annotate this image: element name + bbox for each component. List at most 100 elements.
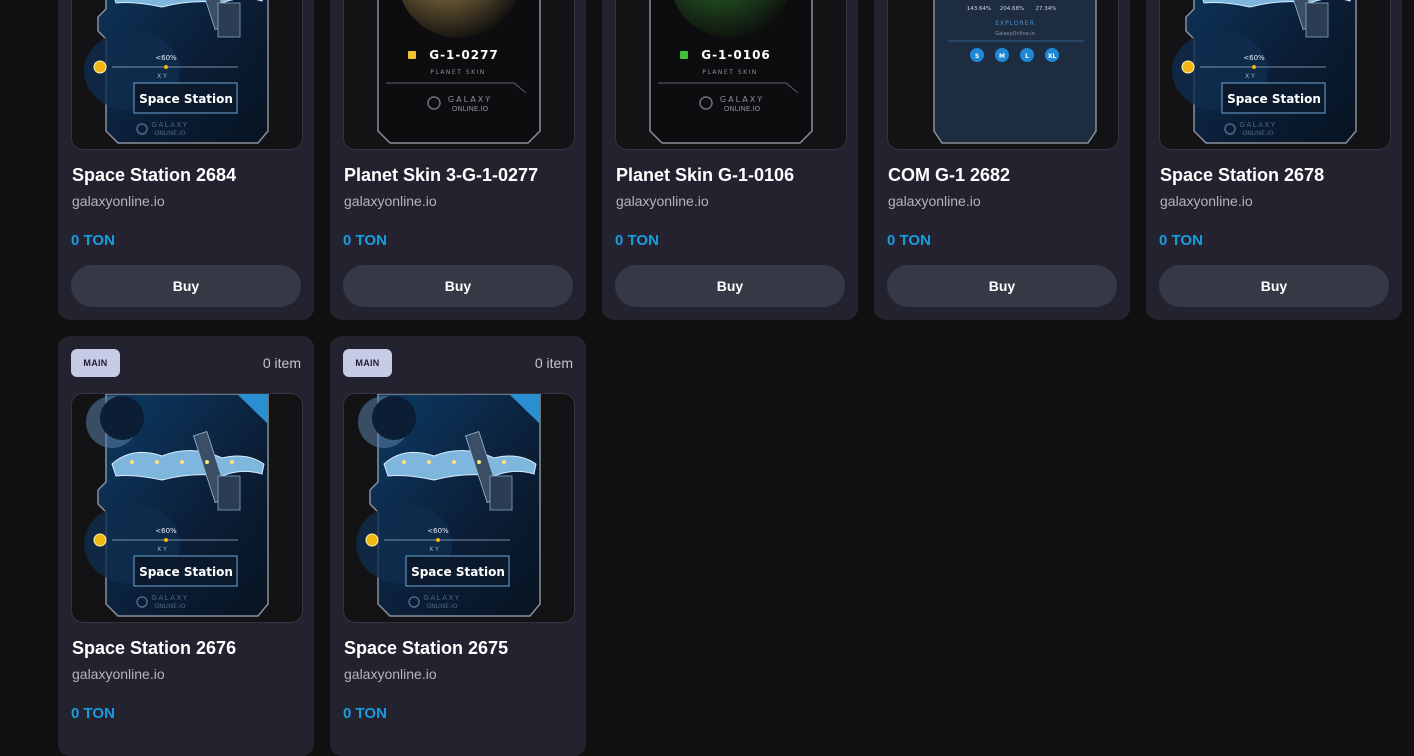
gauge-label: <60% [427,527,449,535]
planet-artwork: G-1-0106 PLANET SKIN GALAXYONLINE.IO [649,0,813,144]
station-light [427,460,431,464]
nft-price: 0 TON [343,232,387,249]
planet-sub: PLANET SKIN [702,69,758,76]
nft-image[interactable]: <60% X Y Space Station GALAXY ONLINE.IO [71,0,303,150]
station-light [502,460,506,464]
collection-domain[interactable]: galaxyonline.io [1160,193,1253,209]
gauge-icon [93,60,107,74]
brand-text: GALAXY [151,594,188,602]
station-light [155,460,159,464]
collection-domain[interactable]: galaxyonline.io [344,193,437,209]
buy-button[interactable]: Buy [343,265,573,307]
brand-text: ONLINE.IO [154,130,185,137]
nft-title[interactable]: Space Station 2675 [344,638,508,659]
xy-label: X Y [157,546,167,553]
station-light [205,460,209,464]
space-station-label: Space Station [411,565,505,579]
brand-text: GALAXY [720,95,764,104]
brand-text: ONLINE.IO [154,603,185,610]
nft-title[interactable]: COM G-1 2682 [888,165,1010,186]
nft-price: 0 TON [1159,232,1203,249]
collection-domain[interactable]: galaxyonline.io [616,193,709,209]
gauge-marker [164,538,168,542]
gauge-marker [436,538,440,542]
space-station-artwork: <60% X Y Space Station GALAXYONLINE.IO [84,394,269,617]
nft-price: 0 TON [343,705,387,722]
commander-site: GalaxyOnline.io [995,31,1034,37]
buy-button[interactable]: Buy [615,265,845,307]
collection-domain[interactable]: galaxyonline.io [72,666,165,682]
space-station-artwork: <60% X Y Space Station GALAXYONLINE.IO [1172,0,1357,144]
station-module [217,475,241,511]
nft-image[interactable]: <60% X Y Space Station GALAXY ONLINE.IO [71,393,303,623]
main-badge: MAIN [343,349,392,377]
station-light [180,460,184,464]
buy-button[interactable]: Buy [887,265,1117,307]
station-light [130,460,134,464]
nft-card[interactable]: G-1-0277 PLANET SKIN GALAXY ONLINE.IO Plane… [330,0,586,320]
nft-image[interactable]: G-1-0277 PLANET SKIN GALAXY ONLINE.IO [343,0,575,150]
nft-card[interactable]: COMG-1-2682COMMANDER143.64%204.68%27.34%… [874,0,1130,320]
collection-domain[interactable]: galaxyonline.io [72,193,165,209]
brand-text: GALAXY [448,95,492,104]
nft-title[interactable]: Planet Skin G-1-0106 [616,165,794,186]
nft-card[interactable]: MAIN 0 item <60% X Y Space Station GALAXY ON… [58,336,314,756]
nft-card[interactable]: <60% X Y Space Station GALAXY ONLINE.IO Spac… [58,0,314,320]
brand-text: ONLINE.IO [452,105,489,113]
nft-image[interactable]: G-1-0106 PLANET SKIN GALAXY ONLINE.IO [615,0,847,150]
space-station-label: Space Station [139,92,233,106]
size-label: M [999,53,1005,60]
nft-price: 0 TON [71,232,115,249]
planet-artwork: G-1-0277 PLANET SKIN GALAXYONLINE.IO [377,0,541,144]
gauge-icon [1181,60,1195,74]
station-module [489,475,513,511]
nft-card[interactable]: <60% X Y Space Station GALAXY ONLINE.IO Spac… [1146,0,1402,320]
thumbs-up-icon [408,51,416,59]
nft-image[interactable]: <60% X Y Space Station GALAXY ONLINE.IO [343,393,575,623]
xy-label: X Y [1245,73,1255,80]
space-station-label: Space Station [139,565,233,579]
thumbs-up-icon [680,51,688,59]
stat-value: 204.68% [1000,6,1024,12]
gauge-icon [93,533,107,547]
item-count: 0 item [534,355,573,371]
nft-image[interactable]: <60% X Y Space Station GALAXY ONLINE.IO [1159,0,1391,150]
nft-image[interactable]: COMG-1-2682COMMANDER143.64%204.68%27.34%… [887,0,1119,150]
brand-text: ONLINE.IO [426,603,457,610]
station-light [477,460,481,464]
gauge-icon [365,533,379,547]
space-station-label: Space Station [1227,92,1321,106]
brand-text: ONLINE.IO [1242,130,1273,137]
collection-domain[interactable]: galaxyonline.io [344,666,437,682]
main-badge: MAIN [71,349,120,377]
planet-code: G-1-0277 [429,48,499,62]
buy-button[interactable]: Buy [71,265,301,307]
gauge-label: <60% [155,54,177,62]
station-light [402,460,406,464]
size-label: S [975,53,979,60]
nft-title[interactable]: Space Station 2684 [72,165,236,186]
nft-title[interactable]: Space Station 2676 [72,638,236,659]
xy-label: X Y [429,546,439,553]
nft-card[interactable]: MAIN 0 item <60% X Y Space Station GALAXY ON… [330,336,586,756]
planet-sub: PLANET SKIN [430,69,486,76]
gauge-label: <60% [1243,54,1265,62]
nft-card[interactable]: G-1-0106 PLANET SKIN GALAXY ONLINE.IO Plane… [602,0,858,320]
nft-price: 0 TON [71,705,115,722]
nft-price: 0 TON [615,232,659,249]
space-station-artwork: <60% X Y Space Station GALAXYONLINE.IO [356,394,541,617]
station-module [1305,2,1329,38]
nft-price: 0 TON [887,232,931,249]
buy-button[interactable]: Buy [1159,265,1389,307]
xy-label: X Y [157,73,167,80]
brand-text: GALAXY [1239,121,1276,129]
gauge-marker [164,65,168,69]
collection-domain[interactable]: galaxyonline.io [888,193,981,209]
nft-title[interactable]: Planet Skin 3-G-1-0277 [344,165,538,186]
commander-artwork: COMG-1-2682COMMANDER143.64%204.68%27.34%… [933,0,1097,144]
nft-title[interactable]: Space Station 2678 [1160,165,1324,186]
space-station-artwork: <60% X Y Space Station GALAXYONLINE.IO [84,0,269,144]
brand-text: GALAXY [151,121,188,129]
gauge-marker [1252,65,1256,69]
commander-rank: EXPLORER [995,20,1035,27]
